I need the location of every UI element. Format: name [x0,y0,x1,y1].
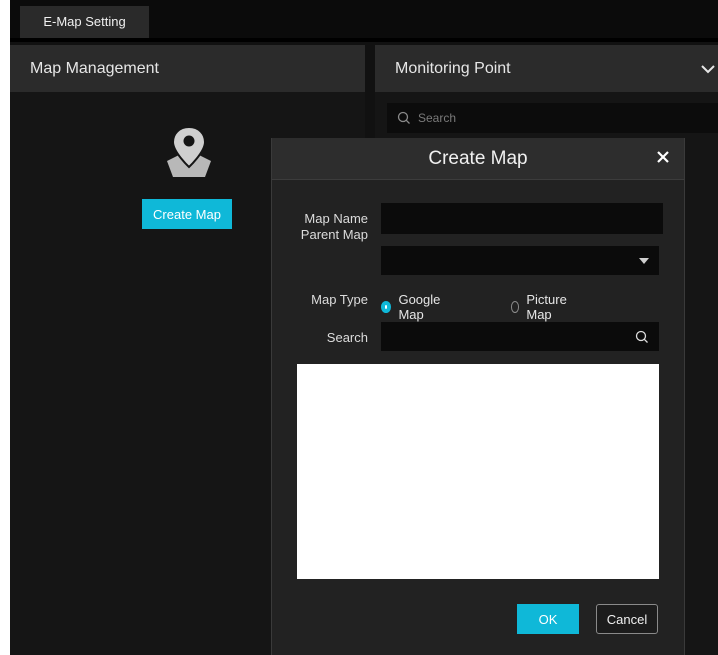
close-icon[interactable] [654,148,672,166]
monitoring-point-title: Monitoring Point [395,60,511,77]
search-icon[interactable] [635,330,649,344]
tab-emap-setting[interactable]: E-Map Setting [20,6,149,38]
ok-button[interactable]: OK [517,604,579,634]
map-pin-icon [163,123,215,179]
map-management-title: Map Management [30,60,159,77]
dialog-header: Create Map [272,138,684,180]
search-label: Search [326,330,368,345]
dropdown-arrow-icon [639,258,649,264]
parent-map-label: Parent Map [300,227,368,242]
map-search-input[interactable] [381,322,659,351]
picture-map-label: Picture Map [526,292,567,322]
create-map-button[interactable]: Create Map [142,199,232,229]
map-type-label: Map Type [311,292,368,307]
create-map-dialog: Create Map Map Name Parent Map Map Type … [271,138,685,655]
map-name-label: Map Name [304,211,368,226]
radio-unselected-icon [511,301,520,313]
cancel-button[interactable]: Cancel [596,604,658,634]
map-preview-area[interactable] [297,364,659,579]
dialog-title: Create Map [428,148,528,169]
google-map-label: Google Map [398,292,441,322]
tab-bar: E-Map Setting [10,0,718,38]
monitoring-point-header[interactable]: Monitoring Point [375,45,718,92]
map-management-header: Map Management [10,45,365,92]
radio-google-map[interactable]: Google Map [381,292,442,322]
map-name-field[interactable] [381,203,663,234]
search-icon [397,111,410,124]
radio-selected-icon [381,301,392,313]
monitoring-search-input[interactable]: Search [387,103,718,133]
radio-picture-map[interactable]: Picture Map [511,292,570,322]
search-placeholder: Search [418,111,457,125]
parent-map-select[interactable] [381,246,659,275]
tab-divider [10,38,718,42]
chevron-down-icon[interactable] [698,59,718,79]
